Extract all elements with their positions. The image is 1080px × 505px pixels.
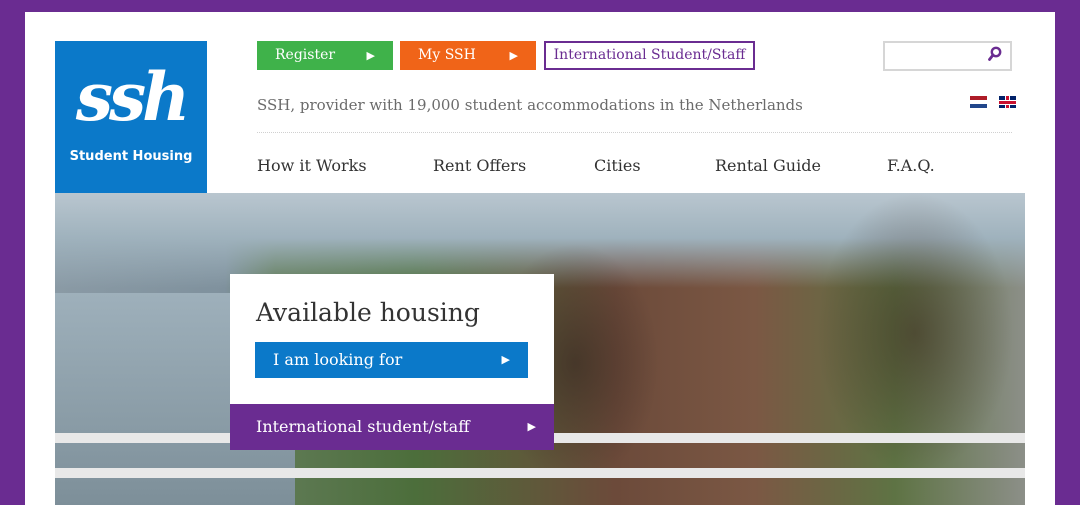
page-container: ssh Student Housing Register ▶ My SSH ▶ … xyxy=(25,12,1055,505)
nav-faq[interactable]: F.A.Q. xyxy=(887,156,935,175)
my-ssh-label: My SSH xyxy=(418,47,476,63)
nl-flag-icon[interactable] xyxy=(970,96,987,108)
play-arrow-icon: ▶ xyxy=(501,353,510,366)
international-student-staff-button[interactable]: International Student/Staff xyxy=(544,41,755,70)
nav-rent-offers[interactable]: Rent Offers xyxy=(433,156,526,175)
international-label: International Student/Staff xyxy=(553,47,746,63)
en-flag-icon[interactable] xyxy=(999,96,1017,108)
play-arrow-icon: ▶ xyxy=(366,49,375,62)
register-label: Register xyxy=(275,47,336,63)
tagline: SSH, provider with 19,000 student accomm… xyxy=(257,96,803,114)
logo-subtitle: Student Housing xyxy=(69,149,193,164)
header-divider xyxy=(257,132,1012,133)
nav-how-it-works[interactable]: How it Works xyxy=(257,156,367,175)
looking-for-label: I am looking for xyxy=(273,350,403,369)
search-icon[interactable] xyxy=(988,46,1002,62)
search-box[interactable] xyxy=(883,41,1012,71)
play-arrow-icon: ▶ xyxy=(527,420,536,433)
hero-railing xyxy=(55,468,1025,478)
nav-rental-guide[interactable]: Rental Guide xyxy=(715,156,821,175)
available-housing-title: Available housing xyxy=(256,298,480,327)
search-input[interactable] xyxy=(891,43,991,69)
looking-for-button[interactable]: I am looking for ▶ xyxy=(255,342,528,378)
ssh-logo[interactable]: ssh Student Housing xyxy=(55,41,207,193)
available-housing-panel: Available housing I am looking for ▶ xyxy=(230,274,554,404)
language-switcher xyxy=(970,96,1023,115)
international-student-staff-link[interactable]: International student/staff ▶ xyxy=(230,404,554,450)
logo-mark: ssh xyxy=(75,58,190,136)
nav-cities[interactable]: Cities xyxy=(594,156,641,175)
my-ssh-button[interactable]: My SSH ▶ xyxy=(400,41,536,70)
international-link-label: International student/staff xyxy=(256,417,470,436)
play-arrow-icon: ▶ xyxy=(509,49,518,62)
register-button[interactable]: Register ▶ xyxy=(257,41,393,70)
